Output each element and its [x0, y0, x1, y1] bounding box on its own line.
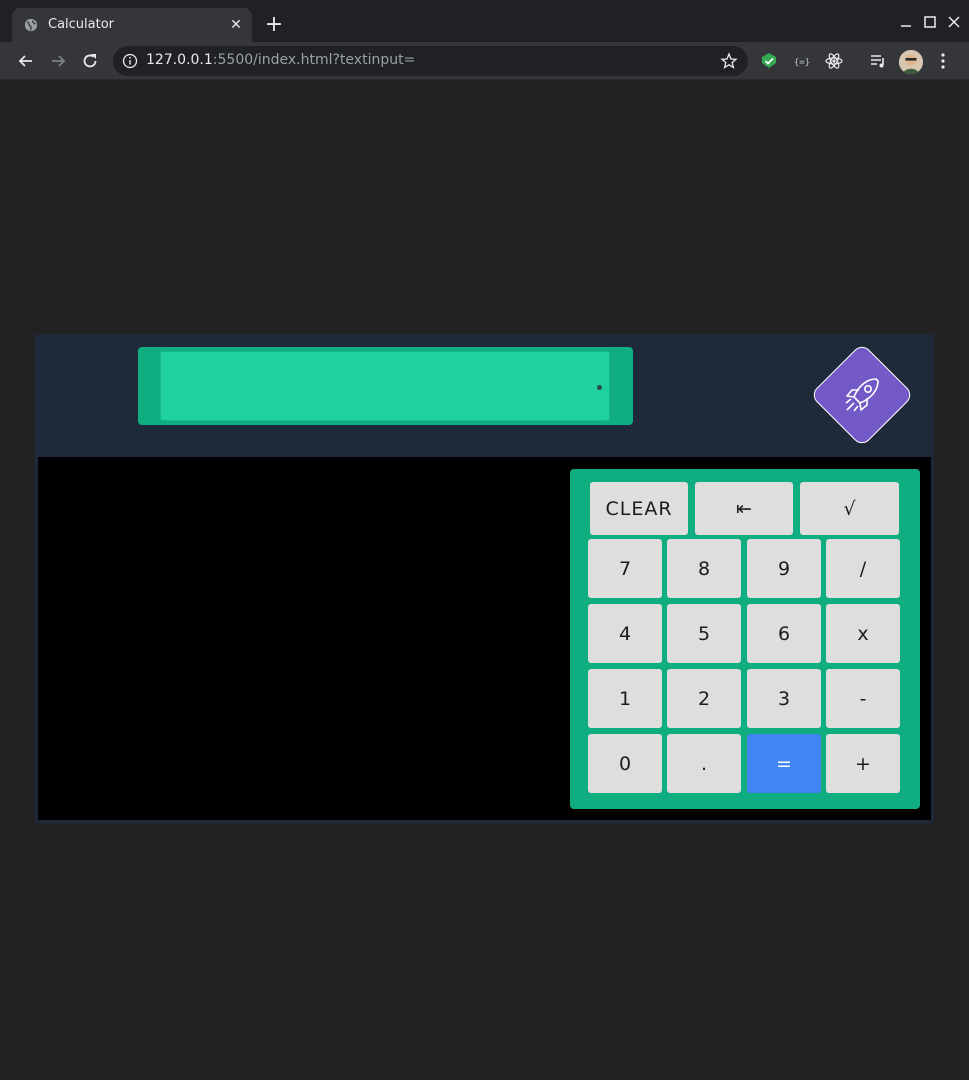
url-path: :5500/index.html?textinput=: [212, 52, 416, 68]
calculator-display-input[interactable]: [160, 351, 610, 421]
equals-button[interactable]: =: [747, 734, 821, 793]
reload-icon[interactable]: [79, 50, 101, 72]
url-host: 127.0.0.1: [146, 52, 213, 68]
calculator-body: CLEAR ⇤ √ 7 8 9 / 4 5 6 x 1 2 3 - 0 . = …: [38, 457, 931, 820]
media-playlist-icon[interactable]: [868, 51, 888, 71]
add-button[interactable]: +: [826, 734, 900, 793]
tab-title: Calculator: [48, 17, 115, 32]
digit-5-button[interactable]: 5: [667, 604, 741, 663]
react-devtools-icon[interactable]: [824, 51, 844, 71]
back-arrow-icon[interactable]: [15, 50, 37, 72]
digit-7-button[interactable]: 7: [588, 539, 662, 598]
digit-1-button[interactable]: 1: [588, 669, 662, 728]
close-window-icon[interactable]: [944, 12, 964, 32]
display-cursor-dot: [597, 385, 602, 390]
close-tab-icon[interactable]: ✕: [228, 17, 244, 33]
info-icon[interactable]: [122, 53, 138, 69]
clear-button[interactable]: CLEAR: [590, 482, 688, 535]
globe-icon: [24, 18, 38, 32]
divide-button[interactable]: /: [826, 539, 900, 598]
forward-arrow-icon[interactable]: [47, 50, 69, 72]
digit-4-button[interactable]: 4: [588, 604, 662, 663]
code-braces-icon[interactable]: {=}: [792, 51, 812, 71]
digit-8-button[interactable]: 8: [667, 539, 741, 598]
backspace-button[interactable]: ⇤: [695, 482, 793, 535]
calculator: CLEAR ⇤ √ 7 8 9 / 4 5 6 x 1 2 3 - 0 . = …: [35, 334, 934, 823]
menu-kebab-icon[interactable]: [933, 51, 953, 71]
tab-strip: Calculator ✕ +: [0, 0, 969, 42]
grammar-check-icon[interactable]: [759, 51, 779, 71]
url-text[interactable]: 127.0.0.1:5500/index.html?textinput=: [146, 52, 415, 68]
subtract-button[interactable]: -: [826, 669, 900, 728]
rocket-icon: [845, 378, 879, 412]
digit-2-button[interactable]: 2: [667, 669, 741, 728]
multiply-button[interactable]: x: [826, 604, 900, 663]
keypad: CLEAR ⇤ √ 7 8 9 / 4 5 6 x 1 2 3 - 0 . = …: [570, 469, 920, 809]
maximize-icon[interactable]: [920, 12, 940, 32]
bookmark-star-icon[interactable]: [720, 52, 738, 70]
digit-3-button[interactable]: 3: [747, 669, 821, 728]
address-bar[interactable]: 127.0.0.1:5500/index.html?textinput=: [113, 46, 748, 76]
svg-text:{=}: {=}: [794, 58, 810, 68]
display-frame: [138, 347, 633, 425]
browser-toolbar: 127.0.0.1:5500/index.html?textinput= {=}: [0, 42, 969, 80]
digit-9-button[interactable]: 9: [747, 539, 821, 598]
decimal-point-button[interactable]: .: [667, 734, 741, 793]
minimize-icon[interactable]: [896, 12, 916, 32]
square-root-button[interactable]: √: [800, 482, 899, 535]
avatar-face-icon: [899, 50, 923, 74]
new-tab-button[interactable]: +: [262, 13, 286, 37]
profile-avatar[interactable]: [899, 50, 923, 74]
digit-6-button[interactable]: 6: [747, 604, 821, 663]
digit-0-button[interactable]: 0: [588, 734, 662, 793]
tab-calculator[interactable]: Calculator ✕: [12, 8, 252, 42]
